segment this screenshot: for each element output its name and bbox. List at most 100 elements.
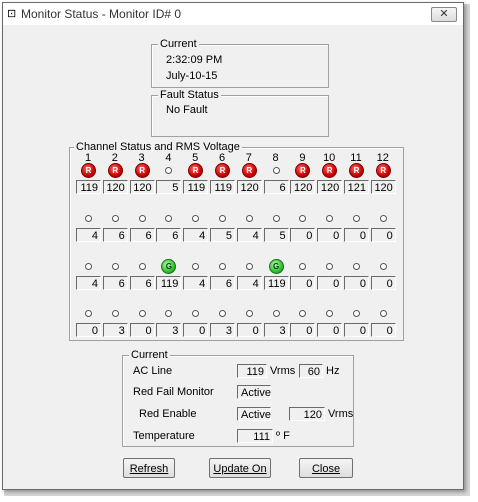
channel-number-8: 8 [272,152,279,164]
red-enable-value: Active [237,407,271,421]
off-indicator-icon [245,215,253,222]
channel-voltage-value: 120 [290,180,316,194]
temperature-label: Temperature [133,430,195,442]
red-indicator-icon: R [215,163,230,178]
channel-voltage-value: 120 [102,180,128,194]
off-indicator-icon [379,263,387,270]
red-enable-voltage-value: 120 [289,407,325,421]
channel-voltage-value: 4 [183,276,209,290]
title-bar[interactable]: ⊡ Monitor Status - Monitor ID# 0 ✕ [3,3,463,25]
off-indicator-icon [85,310,92,317]
channel-voltage-value: 0 [317,323,343,337]
off-indicator-icon [326,263,334,270]
off-indicator-icon [353,263,360,270]
red-fail-monitor-value: Active [237,385,271,399]
channel-voltage-value: 0 [317,228,343,242]
channel-voltage-value: 0 [370,323,396,337]
ac-line-unit: Vrms [270,365,296,377]
app-icon: ⊡ [7,8,17,20]
channel-voltage-value: 4 [76,276,101,290]
channel-voltage-value: 4 [236,228,262,242]
channel-voltage-value: 120 [129,180,155,194]
current-time-group: Current 2:32:09 PM July-10-15 [151,38,329,88]
close-window-button[interactable]: ✕ [431,7,457,22]
channel-voltage-value: 6 [263,180,289,194]
off-indicator-icon [353,310,360,317]
channel-voltage-value: 119 [183,180,209,194]
off-indicator-icon [165,215,173,222]
channel-voltage-value: 119 [210,180,235,194]
channel-voltage-value: 0 [290,323,316,337]
off-indicator-icon [272,310,280,317]
fault-status-value: No Fault [166,104,208,116]
off-indicator-icon [85,263,92,270]
red-indicator-icon: R [375,163,391,178]
red-enable-label: Red Enable [139,408,197,420]
channel-voltage-value: 0 [129,323,155,337]
off-indicator-icon [192,215,200,222]
channel-voltage-value: 120 [370,180,396,194]
channel-voltage-value: 121 [344,180,369,194]
channel-voltage-value: 3 [210,323,235,337]
off-indicator-icon [85,215,92,222]
off-indicator-icon [353,215,360,222]
off-indicator-icon [326,215,334,222]
off-indicator-icon [165,167,173,174]
current-ac-group: Current AC Line 119 Vrms 60 Hz Red Fail … [122,349,354,447]
current-time-value: 2:32:09 PM [166,54,223,66]
off-indicator-icon [111,310,119,317]
update-on-button[interactable]: Update On [209,458,271,478]
channel-voltage-value: 119 [76,180,101,194]
off-indicator-icon [245,263,253,270]
off-indicator-icon [326,310,334,317]
channel-voltage-value: 119 [156,276,182,290]
off-indicator-icon [379,215,387,222]
channel-voltage-value: 6 [129,228,155,242]
off-indicator-icon [219,215,226,222]
off-indicator-icon [138,215,146,222]
off-indicator-icon [299,263,307,270]
fault-status-legend: Fault Status [158,89,221,101]
channel-voltage-value: 0 [344,228,369,242]
channel-voltage-value: 3 [263,323,289,337]
refresh-button[interactable]: Refresh [123,458,175,478]
channel-status-group: Channel Status and RMS Voltage 123456789… [69,141,404,341]
off-indicator-icon [219,310,226,317]
channel-voltage-value: 6 [102,276,128,290]
green-indicator-icon: G [268,259,284,274]
channel-voltage-value: 6 [210,276,235,290]
off-indicator-icon [111,215,119,222]
red-indicator-icon: R [241,163,257,178]
red-indicator-icon: R [295,163,311,178]
channel-voltage-value: 4 [76,228,101,242]
red-fail-monitor-label: Red Fail Monitor [133,386,214,398]
ac-frequency-value: 60 [299,364,323,378]
red-indicator-icon: R [81,163,96,178]
channel-voltage-value: 0 [290,228,316,242]
channel-voltage-value: 6 [129,276,155,290]
channel-voltage-value: 120 [236,180,262,194]
off-indicator-icon [165,310,173,317]
channel-voltage-value: 4 [183,228,209,242]
off-indicator-icon [299,215,307,222]
green-indicator-icon: G [161,259,177,274]
fault-status-group: Fault Status No Fault [151,89,329,137]
red-indicator-icon: R [188,163,204,178]
red-enable-voltage-unit: Vrms [328,408,354,420]
off-indicator-icon [272,167,280,174]
current-ac-legend: Current [129,349,170,361]
ac-frequency-unit: Hz [326,365,340,377]
off-indicator-icon [138,263,146,270]
ac-line-value: 119 [237,364,267,378]
off-indicator-icon [219,263,226,270]
channel-voltage-value: 4 [236,276,262,290]
temperature-unit: º F [276,430,290,442]
ac-line-label: AC Line [133,365,173,377]
channel-voltage-value: 120 [317,180,343,194]
channel-voltage-value: 119 [263,276,289,290]
red-indicator-icon: R [107,163,123,178]
channel-voltage-value: 6 [156,228,182,242]
temperature-value: 111 [237,429,273,443]
close-button[interactable]: Close [299,458,353,478]
channel-number-4: 4 [165,152,172,164]
